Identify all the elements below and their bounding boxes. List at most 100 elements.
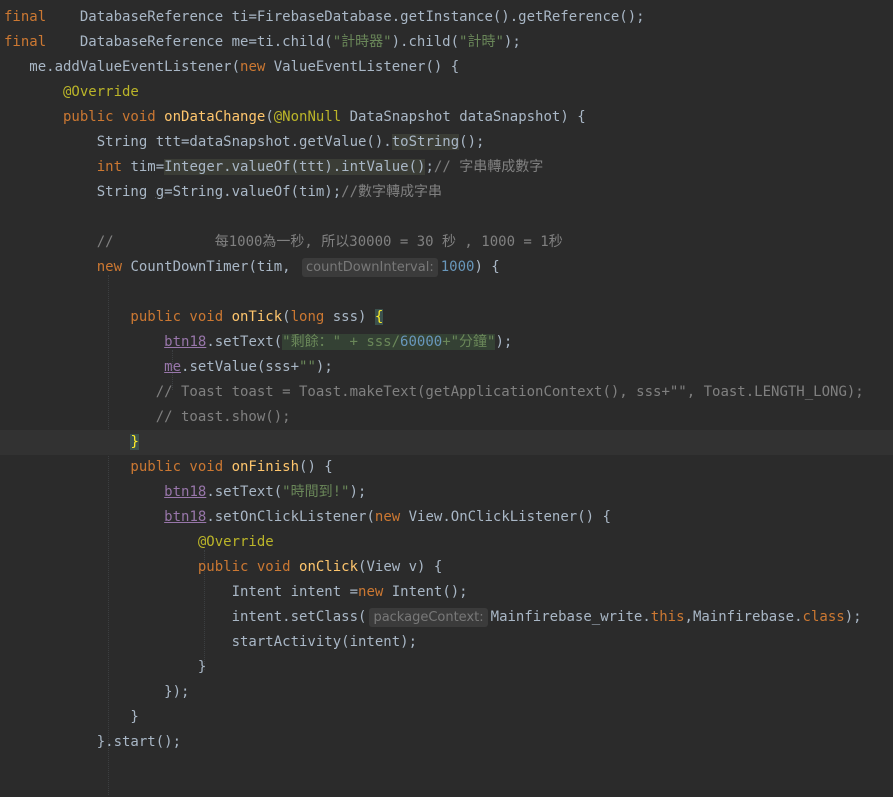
code-token: View.OnClickListener() { (400, 509, 611, 525)
code-token: 1000 (440, 259, 475, 275)
code-line[interactable]: } (0, 705, 893, 730)
code-line[interactable] (0, 755, 893, 780)
code-token: { (374, 309, 384, 325)
code-line[interactable]: btn18.setText("剩餘：" + sss/60000+"分鐘"); (0, 330, 893, 355)
code-line[interactable]: startActivity(intent); (0, 630, 893, 655)
code-token: "" (299, 359, 316, 375)
code-token: }); (4, 684, 190, 700)
code-token: me.addValueEventListener( (4, 59, 241, 75)
code-line[interactable]: } (0, 430, 893, 455)
code-line[interactable]: } (0, 655, 893, 680)
code-token: ); (844, 609, 862, 625)
code-token: ; (425, 159, 434, 175)
code-line[interactable]: Intent intent =new Intent(); (0, 580, 893, 605)
code-line[interactable]: final DatabaseReference ti=FirebaseDatab… (0, 5, 893, 30)
code-token: onDataChange (164, 109, 266, 125)
code-line[interactable]: String g=String.valueOf(tim);//數字轉成字串 (0, 180, 893, 205)
code-token: public void (4, 109, 165, 125)
code-line[interactable]: new CountDownTimer(tim, countDownInterva… (0, 255, 893, 280)
code-token: ); (349, 484, 367, 500)
code-token: g (155, 184, 165, 200)
code-line[interactable]: @Override (0, 530, 893, 555)
code-line[interactable]: public void onFinish() { (0, 455, 893, 480)
code-line[interactable]: String ttt=dataSnapshot.getValue().toStr… (0, 130, 893, 155)
code-line[interactable]: intent.setClass(packageContext: Mainfireb… (0, 605, 893, 630)
code-token: public void (4, 309, 232, 325)
code-token: () { (299, 459, 333, 475)
code-token: @NonNull (273, 109, 342, 125)
code-token: new (240, 59, 266, 75)
code-token: (); (459, 134, 485, 150)
code-editor[interactable]: final DatabaseReference ti=FirebaseDatab… (0, 0, 893, 797)
code-token: String (4, 184, 156, 200)
code-token: ,Mainfirebase. (684, 609, 803, 625)
code-token: String ttt=dataSnapshot.getValue(). (4, 134, 392, 150)
code-line[interactable]: me.setValue(sss+""); (0, 355, 893, 380)
code-line[interactable]: }); (0, 680, 893, 705)
code-token: tim= (122, 159, 165, 175)
code-token: "計時器" (332, 34, 392, 50)
code-token: new (374, 509, 401, 525)
code-token: }.start(); (4, 734, 182, 750)
code-token: public void (4, 559, 300, 575)
code-token: .setText( (206, 484, 283, 500)
code-token: .setOnClickListener( (206, 509, 375, 525)
code-token: } (130, 434, 139, 450)
code-line[interactable] (0, 780, 893, 797)
code-token: "時間到!" (282, 484, 350, 500)
code-token: final (4, 34, 47, 50)
code-line[interactable]: btn18.setOnClickListener(new View.OnClic… (0, 505, 893, 530)
code-line[interactable]: btn18.setText("時間到!"); (0, 480, 893, 505)
code-token: // 每1000為一秒, 所以30000 = 30 秒 , 1000 = 1秒 (4, 234, 563, 250)
code-token: Intent(); (383, 584, 468, 600)
code-token: class (802, 609, 845, 625)
code-line[interactable]: int tim=Integer.valueOf(ttt).intValue();… (0, 155, 893, 180)
code-token: DatabaseReference ti=FirebaseDatabase.ge… (46, 9, 645, 25)
code-token: // Toast toast = Toast.makeText(getAppli… (4, 384, 864, 400)
code-token: int (4, 159, 123, 175)
code-token: ).child( (391, 34, 460, 50)
code-line[interactable]: // toast.show(); (0, 405, 893, 430)
code-token: "計時" (459, 34, 504, 50)
code-token: sss) (324, 309, 375, 325)
code-line[interactable]: // 每1000為一秒, 所以30000 = 30 秒 , 1000 = 1秒 (0, 230, 893, 255)
code-line[interactable] (0, 280, 893, 305)
code-token: ( (265, 109, 274, 125)
code-token: me (164, 359, 182, 375)
code-token: CountDownTimer(tim, (122, 259, 300, 275)
code-token: 60000 (400, 334, 443, 350)
code-line[interactable]: @Override (0, 80, 893, 105)
code-token: ValueEventListener() { (265, 59, 460, 75)
code-line[interactable]: public void onTick(long sss) { (0, 305, 893, 330)
code-token: DatabaseReference me=ti.child( (46, 34, 333, 50)
code-token: } (4, 659, 207, 675)
code-line[interactable]: public void onClick(View v) { (0, 555, 893, 580)
code-token: btn18 (164, 509, 207, 525)
code-token: ( (282, 309, 291, 325)
code-token: onFinish (231, 459, 300, 475)
code-token: +"分鐘" (442, 334, 496, 350)
code-line[interactable]: }.start(); (0, 730, 893, 755)
code-token: ); (315, 359, 333, 375)
code-line[interactable]: final DatabaseReference me=ti.child("計時器… (0, 30, 893, 55)
code-token: new (358, 584, 384, 600)
code-line[interactable]: me.addValueEventListener(new ValueEventL… (0, 55, 893, 80)
code-token: ) { (474, 259, 500, 275)
code-line[interactable]: public void onDataChange(@NonNull DataSn… (0, 105, 893, 130)
code-token: toString (391, 134, 460, 150)
code-token: "剩餘：" + sss/ (282, 334, 401, 350)
code-token: DataSnapshot dataSnapshot) { (341, 109, 586, 125)
code-token: =String.valueOf(tim); (164, 184, 342, 200)
code-token: ); (495, 334, 513, 350)
code-token: Intent intent = (4, 584, 359, 600)
code-token: new (4, 259, 123, 275)
code-token: intent.setClass( (4, 609, 367, 625)
code-line[interactable]: // Toast toast = Toast.makeText(getAppli… (0, 380, 893, 405)
code-token: // 字串轉成數字 (433, 159, 544, 175)
code-token: Mainfirebase_write. (490, 609, 651, 625)
code-token: btn18 (164, 334, 207, 350)
code-line[interactable] (0, 205, 893, 230)
